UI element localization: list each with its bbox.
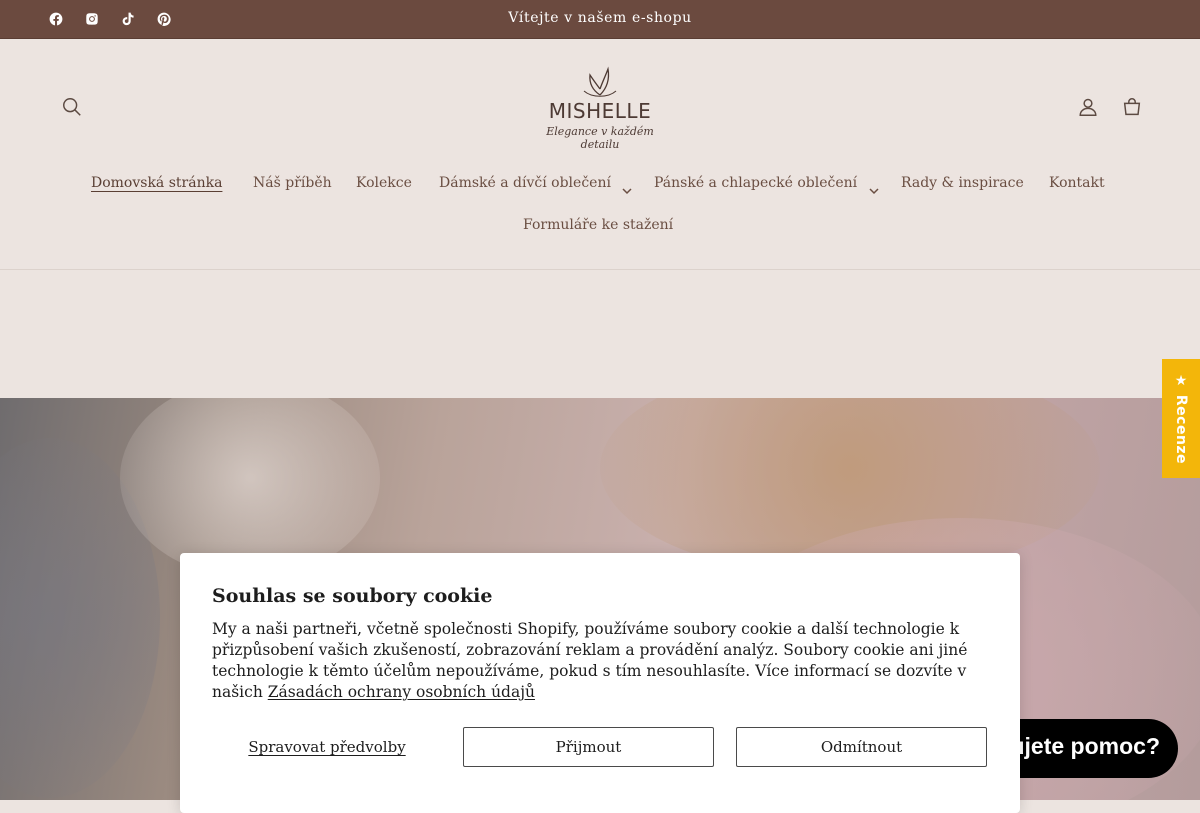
cart-icon[interactable] — [1116, 91, 1148, 123]
reviews-tab[interactable]: ★ Recenze — [1162, 359, 1200, 478]
nav-item-story[interactable]: Náš příběh — [253, 175, 332, 191]
search-icon[interactable] — [56, 91, 88, 123]
announcement-bar: Vítejte v našem e-shopu — [0, 0, 1200, 39]
nav-item-mens[interactable]: Pánské a chlapecké oblečení — [654, 175, 857, 191]
nav-item-tips[interactable]: Rady & inspirace — [901, 175, 1024, 191]
nav-item-home[interactable]: Domovská stránka — [91, 175, 222, 191]
nav-item-forms[interactable]: Formuláře ke stažení — [523, 217, 673, 233]
cookie-title: Souhlas se soubory cookie — [212, 585, 493, 607]
announcement-text: Vítejte v našem e-shopu — [508, 10, 692, 26]
privacy-policy-link[interactable]: Zásadách ochrany osobních údajů — [268, 683, 535, 701]
chevron-down-icon[interactable] — [622, 181, 632, 195]
account-icon[interactable] — [1072, 91, 1104, 123]
spacer-band — [0, 270, 1200, 398]
cookie-text: My a naši partneři, včetně společnosti S… — [212, 619, 992, 703]
nav-item-collections[interactable]: Kolekce — [356, 175, 412, 191]
decline-button[interactable]: Odmítnout — [736, 727, 987, 767]
manage-preferences-button[interactable]: Spravovat předvolby — [212, 727, 442, 767]
reviews-tab-label: ★ Recenze — [1173, 372, 1189, 465]
brand-logo[interactable]: MISHELLE Elegance v každém detailu — [530, 65, 670, 151]
brand-name: MISHELLE — [548, 99, 652, 123]
chevron-down-icon[interactable] — [869, 181, 879, 195]
brand-tagline: Elegance v každém detailu — [546, 125, 654, 151]
site-header: MISHELLE Elegance v každém detailu Domov… — [0, 39, 1200, 270]
nav-item-womens[interactable]: Dámské a dívčí oblečení — [439, 175, 611, 191]
nav-item-contact[interactable]: Kontakt — [1049, 175, 1105, 191]
bird-logo-icon — [583, 66, 617, 97]
cookie-consent-dialog: Souhlas se soubory cookie My a naši part… — [180, 553, 1020, 813]
accept-button[interactable]: Přijmout — [463, 727, 714, 767]
